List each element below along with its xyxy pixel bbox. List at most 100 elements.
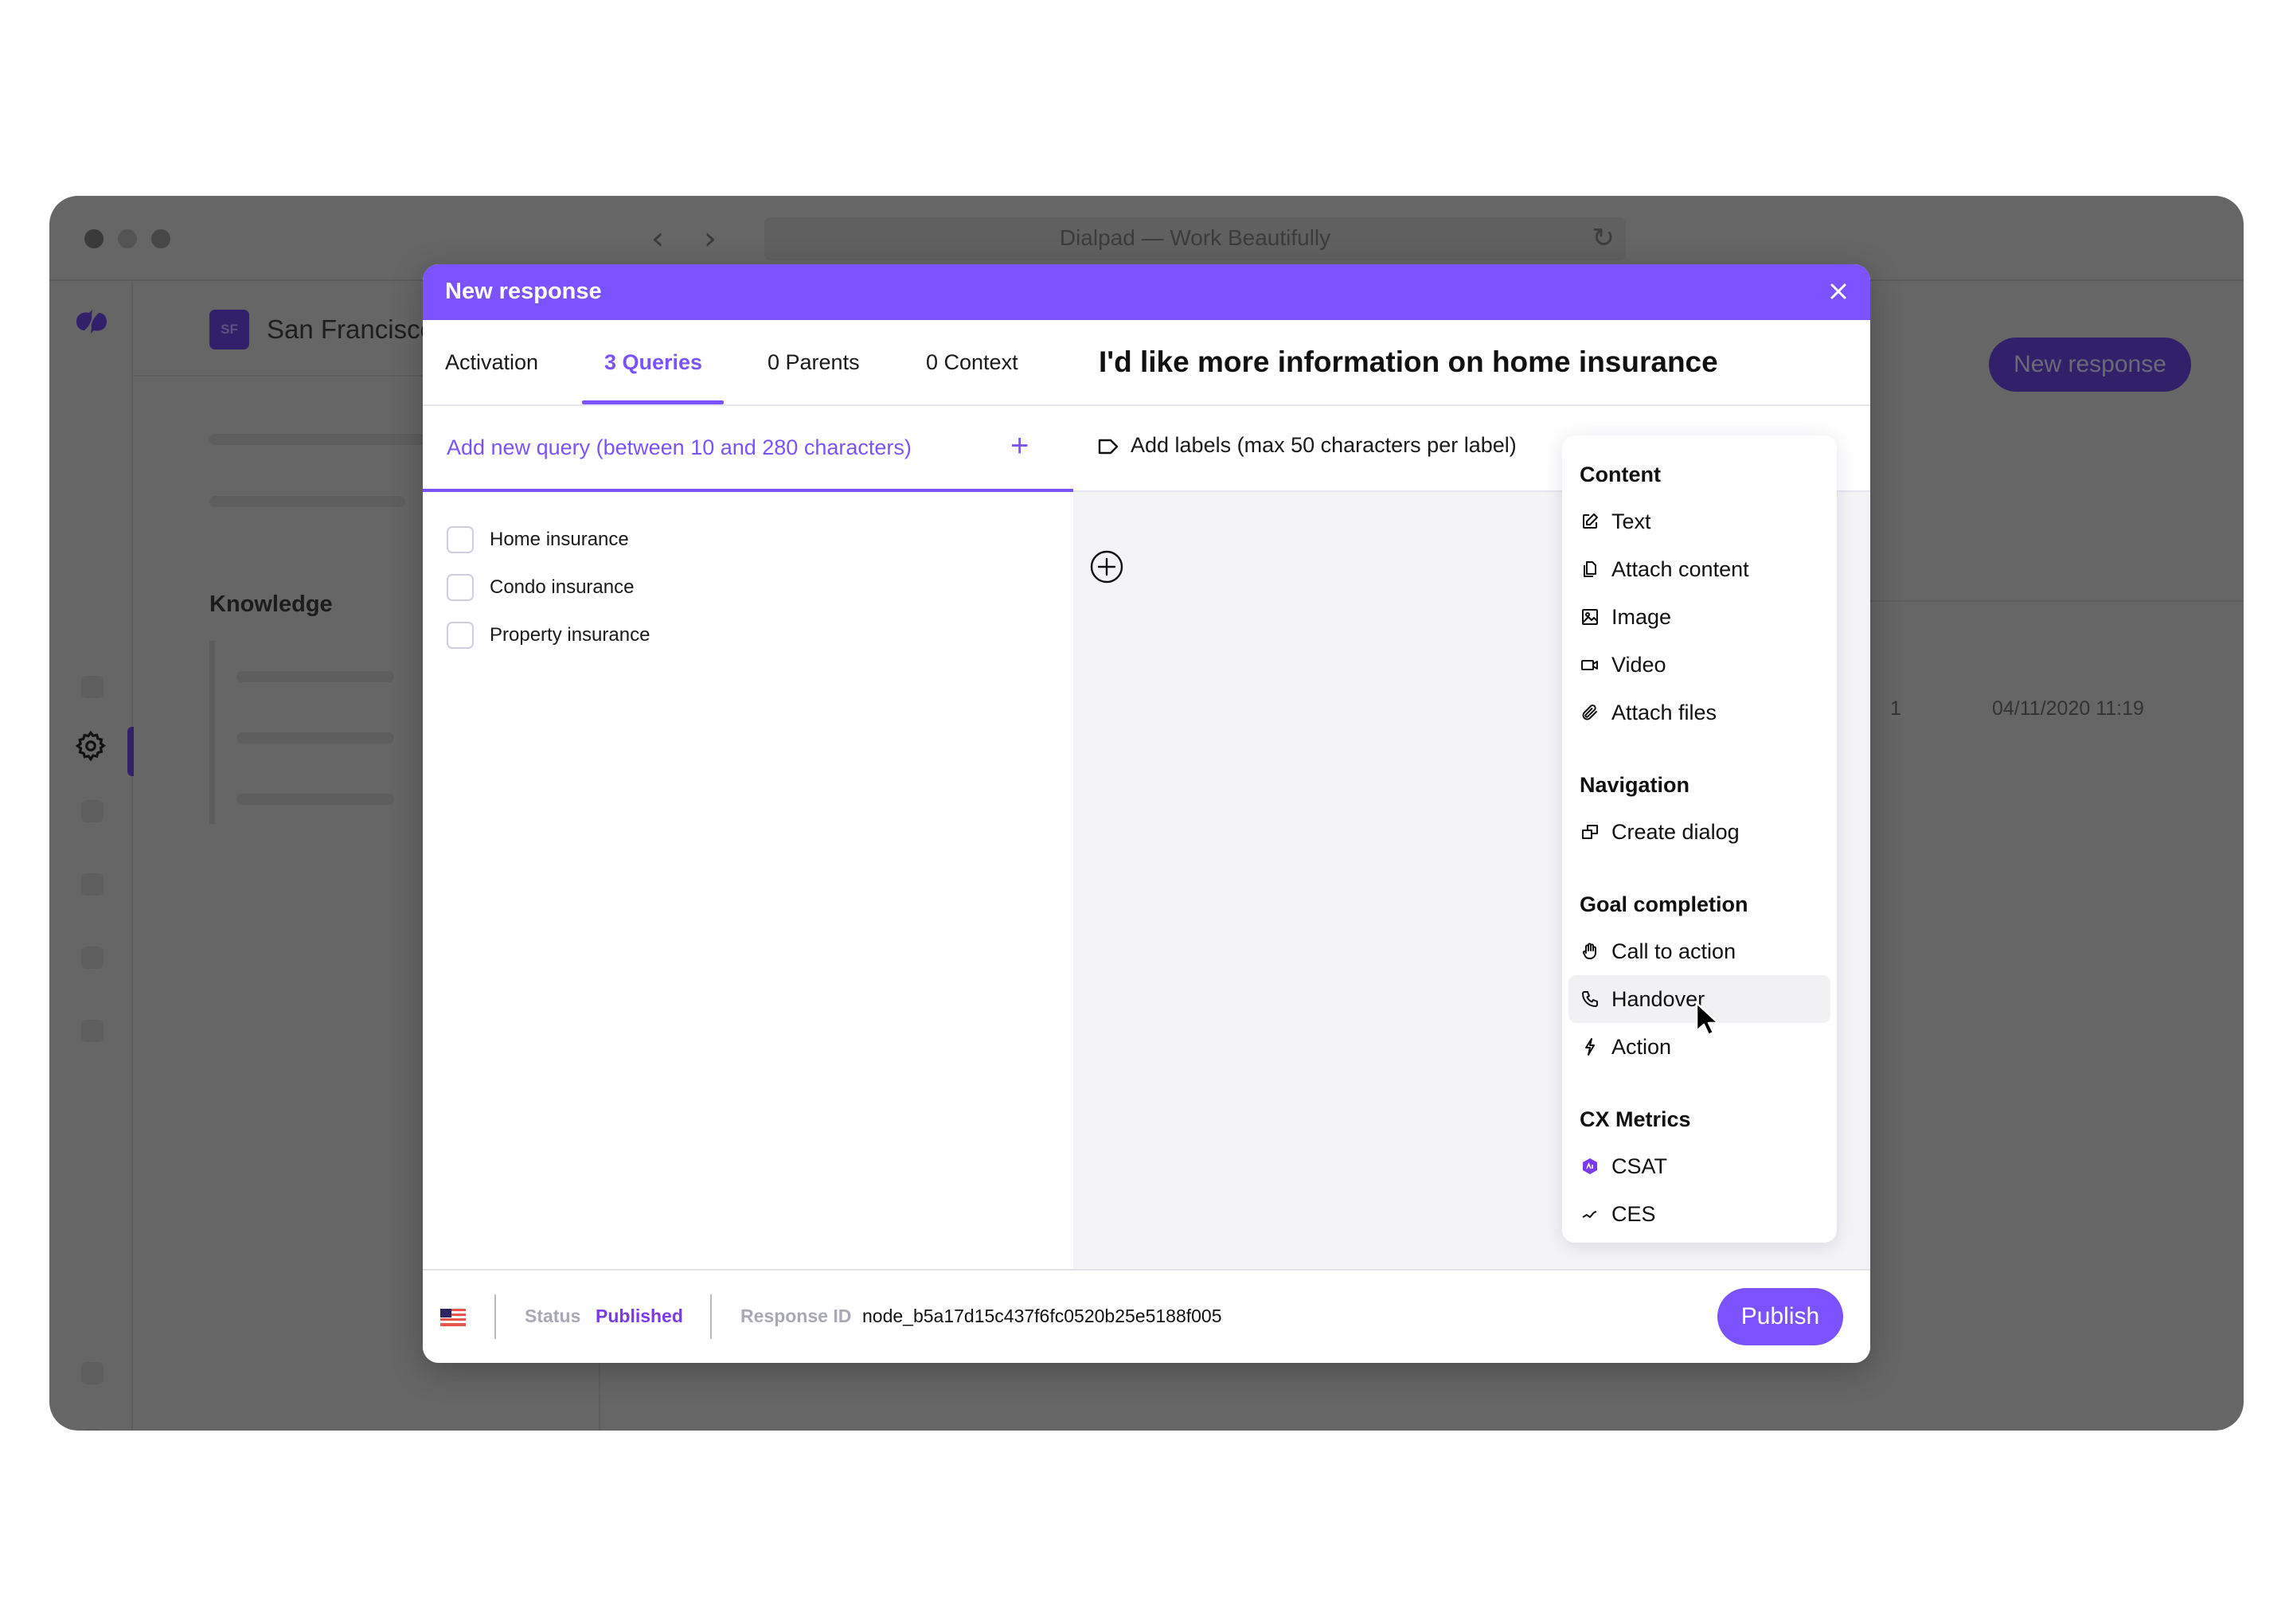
page-title: Dialpad — Work Beautifully: [1059, 225, 1331, 250]
divider: [710, 1294, 712, 1339]
menu-item-csat[interactable]: CSAT: [1568, 1142, 1830, 1190]
status-label: Status: [525, 1306, 581, 1326]
query-item[interactable]: Condo insurance: [447, 564, 650, 611]
close-icon[interactable]: [1822, 275, 1854, 307]
modal-footer: Status Published Response ID node_b5a17d…: [423, 1269, 1870, 1363]
menu-item-label: Video: [1611, 652, 1666, 677]
tag-icon: [1098, 439, 1119, 455]
menu-section-title: Goal completion: [1580, 892, 1748, 916]
response-id-label: Response ID: [740, 1306, 852, 1326]
labels-input[interactable]: Add labels (max 50 characters per label): [1131, 433, 1517, 458]
menu-item-image[interactable]: Image: [1568, 593, 1830, 641]
query-checkbox[interactable]: [447, 526, 474, 553]
window-maximize-dot[interactable]: [151, 229, 170, 248]
tab-activation[interactable]: Activation: [445, 350, 538, 375]
modal-title: New response: [445, 279, 602, 304]
image-icon: [1580, 607, 1600, 627]
menu-item-action[interactable]: Action: [1568, 1023, 1830, 1071]
app-rail: [49, 281, 134, 1431]
skeleton-line: [236, 732, 394, 744]
new-response-button[interactable]: New response: [1989, 338, 2191, 392]
menu-item-attach-files[interactable]: Attach files: [1568, 689, 1830, 736]
rail-item[interactable]: [81, 873, 104, 896]
menu-item-label: Action: [1611, 1034, 1672, 1059]
csat-badge-icon: [1580, 1156, 1600, 1177]
query-checkbox[interactable]: [447, 622, 474, 649]
menu-item-label: Attach content: [1611, 556, 1749, 581]
org-switcher[interactable]: SF San Francisco: [209, 310, 435, 349]
reload-icon[interactable]: ↻: [1592, 222, 1615, 254]
window-minimize-dot[interactable]: [118, 229, 137, 248]
menu-item-label: Create dialog: [1611, 819, 1740, 844]
skeleton-line: [209, 434, 437, 445]
table-cell-date: 04/11/2020 11:19: [1992, 697, 2144, 720]
query-input-row: +: [423, 406, 1073, 492]
query-checkbox[interactable]: [447, 574, 474, 601]
query-item[interactable]: Property insurance: [447, 611, 650, 659]
query-list: Home insurance Condo insurance Property …: [447, 516, 650, 659]
rail-item[interactable]: [81, 1362, 104, 1384]
query-label: Condo insurance: [490, 576, 635, 598]
query-item[interactable]: Home insurance: [447, 516, 650, 564]
rail-item[interactable]: [81, 947, 104, 969]
plus-icon[interactable]: +: [1010, 425, 1029, 467]
menu-item-call-to-action[interactable]: Call to action: [1568, 927, 1830, 975]
edit-icon: [1580, 511, 1600, 532]
divider: [494, 1294, 496, 1339]
new-response-modal: New response Activation 3 Queries 0 Pare…: [423, 264, 1870, 1363]
menu-item-handover[interactable]: Handover: [1568, 975, 1830, 1023]
rail-item[interactable]: [81, 1429, 104, 1431]
tab-context[interactable]: 0 Context: [926, 350, 1018, 375]
tab-parents[interactable]: 0 Parents: [768, 350, 860, 375]
menu-item-attach-content[interactable]: Attach content: [1568, 545, 1830, 593]
menu-section-title: Content: [1580, 463, 1661, 486]
menu-item-ces[interactable]: CES: [1568, 1190, 1830, 1238]
chevron-left-icon[interactable]: ‹: [651, 220, 664, 258]
table-cell-count: 1: [1890, 697, 1901, 720]
chevron-right-icon[interactable]: ›: [704, 220, 717, 258]
query-label: Home insurance: [490, 529, 629, 550]
menu-item-label: Image: [1611, 604, 1672, 629]
menu-item-label: Text: [1611, 509, 1651, 533]
trend-icon: [1580, 1204, 1600, 1224]
phone-icon: [1580, 989, 1600, 1009]
skeleton-line: [236, 794, 394, 805]
org-badge: SF: [209, 310, 249, 349]
menu-section-title: CX Metrics: [1580, 1107, 1691, 1131]
query-label: Property insurance: [490, 624, 650, 646]
modal-header: New response: [423, 264, 1870, 320]
menu-item-label: Handover: [1611, 986, 1705, 1011]
tab-queries[interactable]: 3 Queries: [604, 350, 702, 375]
plus-circle-icon[interactable]: [1089, 549, 1124, 584]
dialog-icon: [1580, 822, 1600, 842]
window-close-dot[interactable]: [84, 229, 104, 248]
skeleton-line: [209, 496, 405, 507]
new-query-input[interactable]: [447, 430, 1004, 465]
copy-icon: [1580, 559, 1600, 580]
rail-item[interactable]: [81, 676, 104, 698]
org-name: San Francisco: [267, 314, 435, 344]
dialpad-logo-icon[interactable]: [73, 308, 110, 335]
rail-item[interactable]: [81, 1020, 104, 1042]
menu-item-create-dialog[interactable]: Create dialog: [1568, 808, 1830, 856]
us-flag-icon[interactable]: [440, 1309, 466, 1326]
menu-item-label: Call to action: [1611, 939, 1736, 963]
tree-line: [209, 641, 215, 824]
paperclip-icon: [1580, 702, 1600, 723]
address-bar[interactable]: Dialpad — Work Beautifully ↻: [764, 217, 1626, 260]
response-id-value: node_b5a17d15c437f6fc0520b25e5188f005: [862, 1306, 1222, 1326]
settings-gear-icon[interactable]: [74, 729, 107, 763]
add-content-menu: Content Text Attach content Image Video: [1562, 435, 1837, 1243]
rail-item[interactable]: [81, 800, 104, 822]
menu-item-label: CSAT: [1611, 1154, 1668, 1178]
publish-button[interactable]: Publish: [1717, 1288, 1843, 1345]
menu-item-video[interactable]: Video: [1568, 641, 1830, 689]
video-icon: [1580, 654, 1600, 675]
menu-section-title: Navigation: [1580, 773, 1690, 797]
menu-item-text[interactable]: Text: [1568, 498, 1830, 545]
skeleton-line: [236, 671, 394, 682]
menu-item-label: Attach files: [1611, 700, 1717, 724]
status-badge: Published: [596, 1306, 683, 1326]
response-title[interactable]: I'd like more information on home insura…: [1099, 345, 1718, 379]
hand-icon: [1580, 941, 1600, 962]
